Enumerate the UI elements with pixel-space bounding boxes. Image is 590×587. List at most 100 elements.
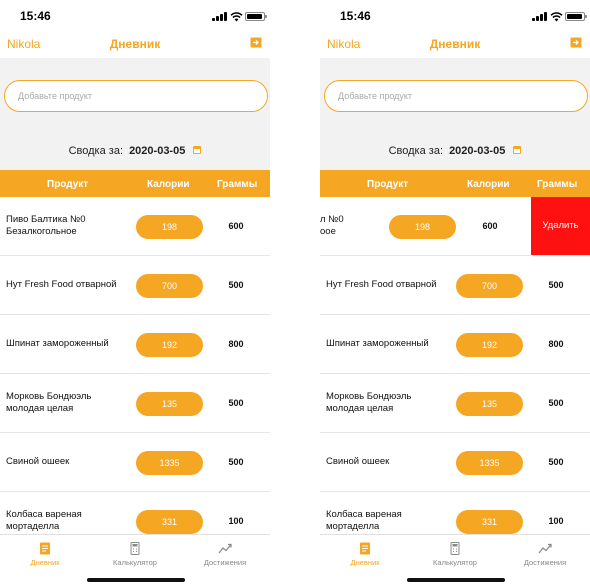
- header-product: Продукт: [47, 179, 89, 190]
- status-time: 15:46: [20, 9, 51, 23]
- screen-diary-swiped: 15:46 Nikola Дневник Сводка за: 2020-03-…: [320, 0, 590, 587]
- tab-calculator[interactable]: Калькулятор: [410, 535, 500, 575]
- tab-achievements-label: Достижения: [203, 558, 247, 567]
- calories-button[interactable]: 1335: [136, 451, 203, 475]
- calories-button[interactable]: 192: [136, 333, 203, 357]
- table-row[interactable]: Нут Fresh Food отварной 700 500: [320, 256, 590, 315]
- tab-bar: Дневник Калькулятор Достижения: [0, 534, 270, 587]
- table-row[interactable]: Пиво Балтика №0 Безалкогольное 198 600: [0, 197, 270, 256]
- summary-line: Сводка за: 2020-03-05: [320, 145, 590, 157]
- grams-value: 600: [228, 221, 244, 231]
- delete-button[interactable]: Удалить: [531, 197, 590, 255]
- status-bar: 15:46: [320, 0, 590, 30]
- tab-achievements[interactable]: Достижения: [500, 535, 590, 575]
- summary-date[interactable]: 2020-03-05: [449, 145, 505, 157]
- product-search-input[interactable]: [325, 81, 587, 111]
- calories-button[interactable]: 198: [389, 215, 456, 239]
- table-row[interactable]: Колбаса вареная мортаделла 331 100: [0, 492, 270, 534]
- calories-button[interactable]: 135: [136, 392, 203, 416]
- nav-bar: Nikola Дневник: [320, 30, 590, 58]
- tab-achievements-label: Достижения: [523, 558, 567, 567]
- status-bar: 15:46: [0, 0, 270, 30]
- tab-diary[interactable]: Дневник: [0, 535, 90, 575]
- calories-button[interactable]: 1335: [456, 451, 523, 475]
- table-row[interactable]: Нут Fresh Food отварной 700 500: [0, 256, 270, 315]
- table-row[interactable]: Свиной ошеек 1335 500: [0, 433, 270, 492]
- status-time: 15:46: [340, 9, 371, 23]
- summary-label: Сводка за:: [388, 145, 443, 157]
- calendar-icon[interactable]: [193, 146, 202, 154]
- grams-value: 500: [548, 457, 564, 467]
- product-search[interactable]: [4, 80, 268, 112]
- product-list[interactable]: Пиво Балтика №0 Безалкогольное 198 600 Н…: [0, 197, 270, 534]
- product-name: Пиво Балтика №0 Безалкогольное: [6, 214, 86, 237]
- grams-value: 800: [228, 339, 244, 349]
- diary-icon: [40, 542, 50, 555]
- header-grams: Граммы: [217, 179, 258, 190]
- page-title: Дневник: [109, 37, 161, 51]
- product-name: Шпинат замороженный: [6, 338, 109, 349]
- logout-icon[interactable]: [570, 37, 582, 48]
- logout-icon[interactable]: [250, 37, 262, 48]
- tab-achievements[interactable]: Достижения: [180, 535, 270, 575]
- summary-line: Сводка за: 2020-03-05: [0, 145, 270, 157]
- product-name: Свиной ошеек: [6, 456, 70, 467]
- product-name: Морковь Бондюэль молодая целая: [326, 391, 412, 414]
- tab-diary-label: Дневник: [30, 558, 60, 567]
- grams-value: 800: [548, 339, 564, 349]
- tab-calculator-label: Калькулятор: [433, 558, 477, 567]
- product-name: Шпинат замороженный: [326, 338, 429, 349]
- calculator-icon: [450, 542, 460, 555]
- table-row[interactable]: Свиной ошеек 1335 500: [320, 433, 590, 492]
- tab-calculator[interactable]: Калькулятор: [90, 535, 180, 575]
- grams-value: 500: [228, 398, 244, 408]
- product-search-input[interactable]: [5, 81, 267, 111]
- product-search[interactable]: [324, 80, 588, 112]
- table-row[interactable]: Морковь Бондюэль молодая целая 135 500: [0, 374, 270, 433]
- grams-value: 500: [548, 280, 564, 290]
- calories-button[interactable]: 331: [456, 510, 523, 534]
- product-list[interactable]: л №0 оое 198 600 Удалить Нут Fresh Food …: [320, 197, 590, 534]
- grams-value: 100: [228, 516, 244, 526]
- search-area: Сводка за: 2020-03-05: [320, 58, 590, 170]
- home-indicator[interactable]: [407, 578, 505, 582]
- calories-button[interactable]: 192: [456, 333, 523, 357]
- table-row[interactable]: Морковь Бондюэль молодая целая 135 500: [320, 374, 590, 433]
- nav-bar: Nikola Дневник: [0, 30, 270, 58]
- page-title: Дневник: [429, 37, 481, 51]
- calendar-icon[interactable]: [513, 146, 522, 154]
- table-row[interactable]: Шпинат замороженный 192 800: [320, 315, 590, 374]
- summary-label: Сводка за:: [68, 145, 123, 157]
- signal-icon: [532, 12, 548, 21]
- diary-icon: [360, 542, 370, 555]
- table-row[interactable]: Шпинат замороженный 192 800: [0, 315, 270, 374]
- battery-icon: [565, 12, 587, 21]
- search-area: Сводка за: 2020-03-05: [0, 58, 270, 170]
- home-indicator[interactable]: [87, 578, 185, 582]
- product-name-truncated: л №0 оое: [320, 214, 344, 237]
- header-calories: Калории: [467, 179, 510, 190]
- product-name: Свиной ошеек: [326, 456, 390, 467]
- product-name: Морковь Бондюэль молодая целая: [6, 391, 92, 414]
- battery-icon: [245, 12, 267, 21]
- product-name: Колбаса вареная мортаделла: [6, 509, 82, 532]
- summary-date[interactable]: 2020-03-05: [129, 145, 185, 157]
- product-name: Колбаса вареная мортаделла: [326, 509, 402, 532]
- header-product: Продукт: [367, 179, 409, 190]
- screen-diary: 15:46 Nikola Дневник Сводка за: 2020-03-…: [0, 0, 270, 587]
- grams-value: 500: [548, 398, 564, 408]
- wifi-icon: [230, 12, 243, 22]
- calories-button[interactable]: 135: [456, 392, 523, 416]
- calories-button[interactable]: 198: [136, 215, 203, 239]
- signal-icon: [212, 12, 228, 21]
- tab-diary[interactable]: Дневник: [320, 535, 410, 575]
- grams-value: 500: [228, 457, 244, 467]
- grams-value: 600: [482, 221, 498, 231]
- header-grams: Граммы: [537, 179, 578, 190]
- table-row[interactable]: Колбаса вареная мортаделла 331 100: [320, 492, 590, 534]
- calories-button[interactable]: 331: [136, 510, 203, 534]
- table-row-swiped[interactable]: л №0 оое 198 600 Удалить: [320, 197, 590, 256]
- calories-button[interactable]: 700: [136, 274, 203, 298]
- calories-button[interactable]: 700: [456, 274, 523, 298]
- calculator-icon: [130, 542, 140, 555]
